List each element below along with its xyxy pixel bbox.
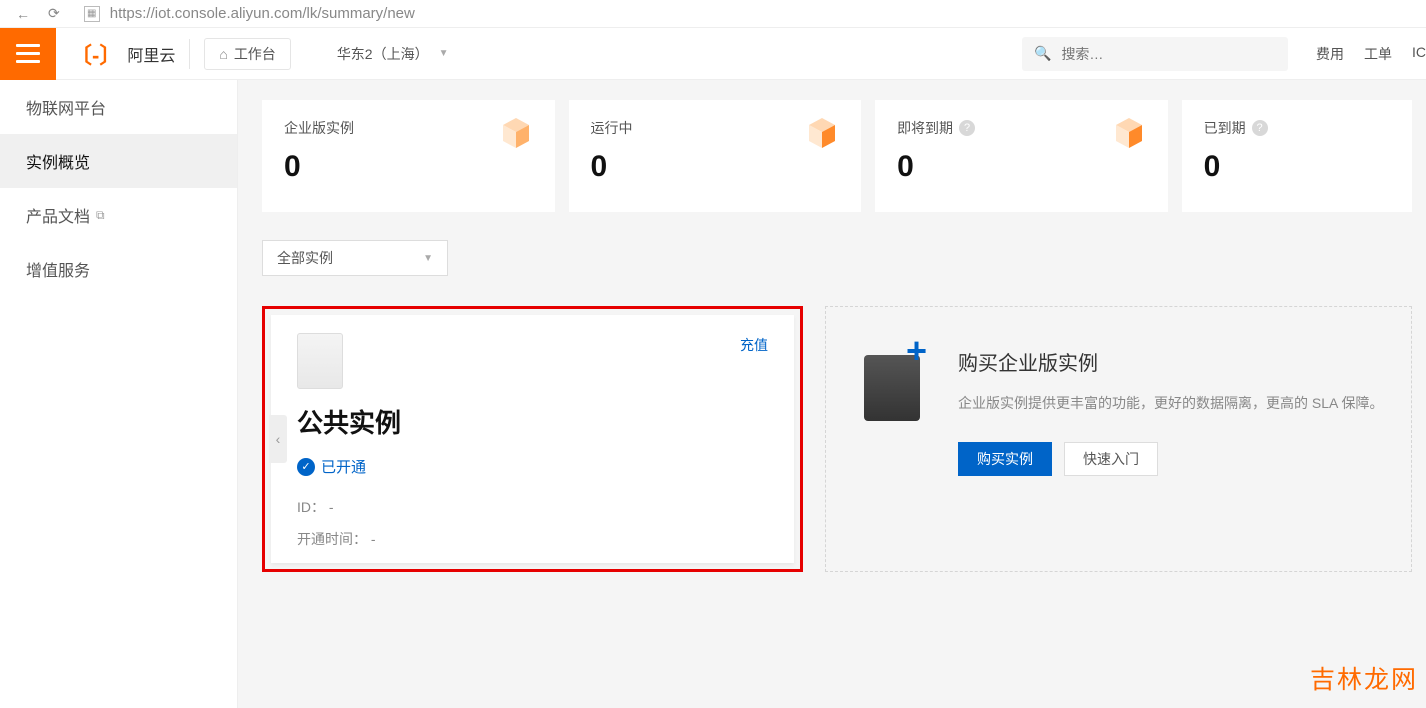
buy-enterprise-promo: + 购买企业版实例 企业版实例提供更丰富的功能，更好的数据隔离，更高的 SLA …: [825, 306, 1412, 572]
cube-icon: [1112, 116, 1146, 150]
stat-value: 0: [591, 150, 840, 184]
promo-description: 企业版实例提供更丰富的功能，更好的数据隔离，更高的 SLA 保障。: [958, 392, 1387, 416]
status-text: 已开通: [321, 456, 366, 477]
sidebar-item-label: 增值服务: [26, 257, 90, 281]
highlighted-instance: ‹ 充值 公共实例 ✓ 已开通 ID： - 开通时间： -: [262, 306, 803, 572]
sidebar-item-vas[interactable]: 增值服务: [0, 242, 237, 296]
header-link-ic[interactable]: IC: [1412, 44, 1426, 64]
page-icon: ▦: [84, 6, 100, 22]
field-value: -: [329, 499, 334, 515]
field-label: 开通时间：: [297, 531, 367, 547]
stat-value: 0: [284, 150, 533, 184]
help-icon[interactable]: ?: [959, 120, 975, 136]
sidebar-item-label: 产品文档: [26, 203, 90, 227]
content-area: 企业版实例 0 运行中 0 即将到期? 0 已到期? 0 全部实例: [238, 80, 1426, 708]
instance-name: 公共实例: [297, 403, 768, 440]
url-text: https://iot.console.aliyun.com/lk/summar…: [110, 5, 415, 22]
workspace-label: 工作台: [234, 44, 276, 64]
stat-card-enterprise[interactable]: 企业版实例 0: [262, 100, 555, 212]
stat-card-expired[interactable]: 已到期? 0: [1182, 100, 1412, 212]
region-label: 华东2（上海）: [337, 44, 429, 64]
cube-icon: [805, 116, 839, 150]
stat-title: 已到期: [1204, 118, 1246, 138]
brand-logo[interactable]: 〔-〕 阿里云: [56, 38, 189, 70]
header-link-tickets[interactable]: 工单: [1364, 44, 1392, 64]
aliyun-icon: 〔-〕: [70, 38, 121, 70]
stat-card-running[interactable]: 运行中 0: [569, 100, 862, 212]
recharge-link[interactable]: 充值: [740, 335, 768, 355]
chevron-down-icon: ▼: [423, 253, 433, 264]
check-icon: ✓: [297, 458, 315, 476]
menu-toggle[interactable]: [0, 28, 56, 80]
stat-card-expiring[interactable]: 即将到期? 0: [875, 100, 1168, 212]
sidebar: 物联网平台 实例概览 产品文档 ⧉ 增值服务: [0, 80, 238, 708]
app-header: 〔-〕 阿里云 ⌂ 工作台 华东2（上海） ▼ 🔍 费用 工单 IC: [0, 28, 1426, 80]
header-link-fees[interactable]: 费用: [1316, 44, 1344, 64]
sidebar-item-label: 物联网平台: [26, 95, 106, 119]
search-input[interactable]: [1061, 46, 1276, 62]
external-icon: ⧉: [96, 208, 105, 223]
back-icon[interactable]: ←: [16, 6, 30, 22]
stat-value: 0: [897, 150, 1146, 184]
buy-instance-button[interactable]: 购买实例: [958, 442, 1052, 476]
field-value: -: [371, 531, 376, 547]
stat-row: 企业版实例 0 运行中 0 即将到期? 0 已到期? 0: [262, 100, 1426, 212]
quick-start-button[interactable]: 快速入门: [1064, 442, 1158, 476]
server-add-icon: +: [864, 347, 928, 421]
brand-text: 阿里云: [127, 42, 175, 66]
field-label: ID：: [297, 499, 325, 515]
chevron-down-icon: ▼: [439, 48, 449, 59]
region-selector[interactable]: 华东2（上海） ▼: [319, 38, 475, 70]
server-icon: [297, 333, 343, 389]
plus-icon: +: [906, 341, 934, 369]
stat-value: 0: [1204, 150, 1390, 184]
cube-icon: [499, 116, 533, 150]
stat-title: 企业版实例: [284, 118, 354, 138]
search-box[interactable]: 🔍: [1022, 37, 1288, 71]
refresh-icon[interactable]: ⟳: [48, 5, 60, 22]
help-icon[interactable]: ?: [1252, 120, 1268, 136]
home-icon: ⌂: [219, 46, 227, 62]
sidebar-item-docs[interactable]: 产品文档 ⧉: [0, 188, 237, 242]
browser-bar: ← ⟳ ▦ https://iot.console.aliyun.com/lk/…: [0, 0, 1426, 28]
instance-time-row: 开通时间： -: [297, 529, 768, 549]
search-icon: 🔍: [1034, 45, 1051, 62]
select-value: 全部实例: [277, 248, 333, 268]
stat-title: 即将到期: [897, 118, 953, 138]
instance-filter-select[interactable]: 全部实例 ▼: [262, 240, 448, 276]
divider: [189, 39, 190, 69]
instance-id-row: ID： -: [297, 497, 768, 517]
public-instance-card[interactable]: ‹ 充值 公共实例 ✓ 已开通 ID： - 开通时间： -: [271, 315, 794, 563]
promo-title: 购买企业版实例: [958, 347, 1387, 376]
instance-status: ✓ 已开通: [297, 456, 768, 477]
sidebar-item-label: 实例概览: [26, 149, 90, 173]
sidebar-item-overview[interactable]: 实例概览: [0, 134, 237, 188]
collapse-handle[interactable]: ‹: [269, 415, 287, 463]
workspace-button[interactable]: ⌂ 工作台: [204, 38, 290, 70]
stat-title: 运行中: [591, 118, 633, 138]
sidebar-item-iot[interactable]: 物联网平台: [0, 80, 237, 134]
watermark: 吉林龙网: [1310, 660, 1418, 696]
